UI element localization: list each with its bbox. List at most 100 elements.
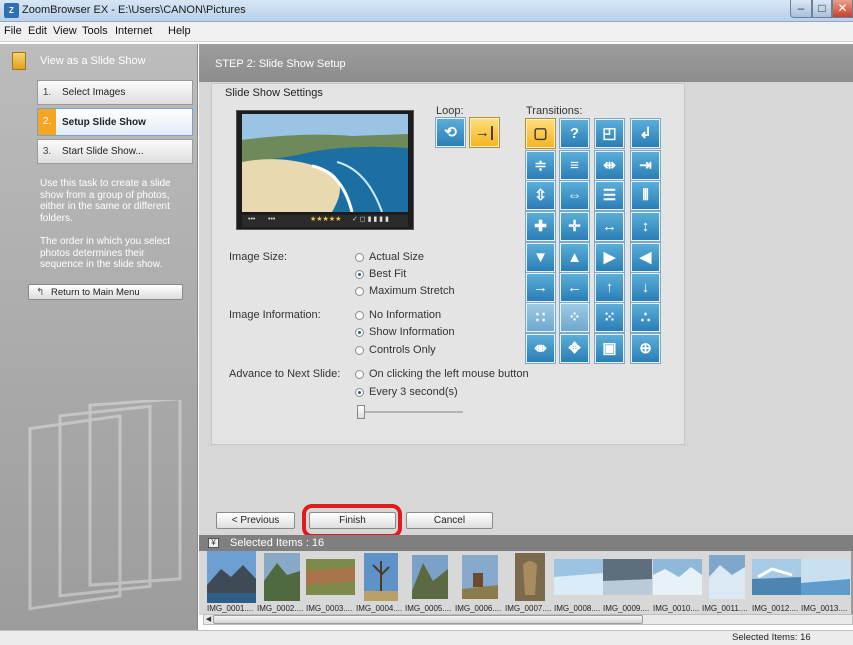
transition-slide-left-icon[interactable]: ←	[559, 272, 590, 303]
loop-once-icon[interactable]: →|	[469, 117, 500, 148]
image-info-show-radio[interactable]	[355, 328, 364, 337]
thumbnail[interactable]: IMG_0006....	[455, 551, 504, 613]
thumbnail-caption: IMG_0007....	[505, 604, 552, 613]
thumbnail[interactable]: IMG_0002....	[257, 551, 306, 613]
transition-slide-right-icon[interactable]: →	[525, 272, 556, 303]
wizard-button-bar	[199, 507, 853, 535]
menu-edit[interactable]: Edit	[28, 25, 47, 37]
transition-slide-down-icon[interactable]: ↓	[630, 272, 661, 303]
interval-slider-thumb[interactable]	[357, 405, 365, 419]
transition-bars-horizontal-icon[interactable]: ☰	[594, 180, 625, 211]
transition-zoom-cross-icon[interactable]: ✥	[559, 333, 590, 364]
slideshow-icon	[12, 52, 26, 70]
advance-timed-label[interactable]: Every 3 second(s)	[369, 386, 458, 398]
thumbnail-caption: IMG_0004....	[356, 604, 403, 613]
image-size-actual-label[interactable]: Actual Size	[369, 251, 424, 263]
thumbnail[interactable]: IMG_0013....	[801, 551, 850, 613]
transition-wipe-up-icon[interactable]: ▲	[559, 242, 590, 273]
transition-dissolve-blocks-icon[interactable]: ∴	[630, 302, 661, 333]
image-info-controls-label[interactable]: Controls Only	[369, 344, 436, 356]
image-info-controls-radio[interactable]	[355, 346, 364, 355]
menu-help[interactable]: Help	[168, 25, 191, 37]
loop-repeat-icon[interactable]: ⟲	[435, 117, 466, 148]
advance-click-radio[interactable]	[355, 370, 364, 379]
scrollbar-thumb[interactable]	[213, 615, 643, 624]
step-number: 3.	[42, 146, 52, 157]
step-setup-slide-show[interactable]: 2. Setup Slide Show	[37, 108, 193, 136]
image-info-none-label[interactable]: No Information	[369, 309, 441, 321]
close-button[interactable]: ✕	[832, 0, 853, 18]
transition-spiral-icon[interactable]: ◰	[594, 118, 625, 149]
transition-slide-up-icon[interactable]: ↑	[594, 272, 625, 303]
thumbnail[interactable]: IMG_0001....	[207, 551, 256, 613]
thumbnail[interactable]: IMG_0004....	[356, 551, 405, 613]
collapse-toggle-icon[interactable]: ¥	[208, 538, 219, 548]
thumbnail[interactable]: IMG_0008....	[554, 551, 603, 613]
transition-cross-out-icon[interactable]: ✚	[525, 211, 556, 242]
image-info-show-label[interactable]: Show Information	[369, 326, 455, 338]
image-size-stretch-label[interactable]: Maximum Stretch	[369, 285, 455, 297]
menu-tools[interactable]: Tools	[82, 25, 108, 37]
transition-dissolve-coarse-icon[interactable]: ⁙	[594, 302, 625, 333]
transition-close-vertical-icon[interactable]: ⇳	[525, 180, 556, 211]
selected-items-title: Selected Items : 16	[230, 537, 325, 549]
transition-wipe-left-icon[interactable]: ◀	[630, 242, 661, 273]
return-icon: ↰	[36, 287, 45, 298]
transition-expand-vertical-icon[interactable]: ↕	[630, 211, 661, 242]
thumbnail[interactable]: IMG_0010....	[653, 551, 702, 613]
scroll-left-icon[interactable]: ◀	[204, 615, 213, 624]
image-size-bestfit-radio[interactable]	[355, 270, 364, 279]
transition-zoom-out-icon[interactable]: ⊕	[630, 333, 661, 364]
settings-title: Slide Show Settings	[225, 87, 323, 99]
thumbnail-caption: IMG_0008....	[554, 604, 601, 613]
step-select-images[interactable]: 1. Select Images	[37, 80, 193, 105]
transition-bars-vertical-icon[interactable]: ⦀	[630, 180, 661, 211]
interval-slider-track[interactable]	[359, 411, 463, 413]
thumbnail[interactable]: IMG_0012....	[752, 551, 801, 613]
minimize-button[interactable]: –	[790, 0, 812, 18]
maximize-button[interactable]: □	[812, 0, 832, 18]
menu-view[interactable]: View	[53, 25, 77, 37]
transition-wipe-right-icon[interactable]: ▶	[594, 242, 625, 273]
image-size-stretch-radio[interactable]	[355, 287, 364, 296]
cancel-button[interactable]: Cancel	[406, 512, 493, 529]
transition-expand-horizontal-icon[interactable]: ↔	[594, 211, 625, 242]
image-info-label: Image Information:	[229, 309, 321, 321]
transition-blinds-right-icon[interactable]: ⇥	[630, 150, 661, 181]
transition-blinds-down-icon[interactable]: ≡	[559, 150, 590, 181]
transitions-label: Transitions:	[526, 105, 583, 117]
advance-timed-radio[interactable]	[355, 388, 364, 397]
transition-zoom-in-icon[interactable]: ▣	[594, 333, 625, 364]
thumbnail[interactable]: IMG_0007....	[505, 551, 554, 613]
transition-wipe-down-icon[interactable]: ▼	[525, 242, 556, 273]
menu-bar: File Edit View Tools Internet Help	[0, 22, 853, 42]
image-size-bestfit-label[interactable]: Best Fit	[369, 268, 406, 280]
menu-file[interactable]: File	[4, 25, 22, 37]
step-number: 1.	[42, 87, 52, 98]
transition-dissolve-medium-icon[interactable]: ⁘	[559, 302, 590, 333]
menu-internet[interactable]: Internet	[115, 25, 152, 37]
step-label: Start Slide Show...	[62, 146, 144, 157]
transition-zoom-horizontal-icon[interactable]: ⇼	[525, 333, 556, 364]
transition-corner-icon[interactable]: ↲	[630, 118, 661, 149]
image-info-none-radio[interactable]	[355, 311, 364, 320]
return-to-main-menu-button[interactable]: ↰ Return to Main Menu	[28, 284, 183, 300]
previous-button[interactable]: < Previous	[216, 512, 295, 529]
transition-close-horizontal-icon[interactable]: ⇔	[559, 180, 590, 211]
transition-split-vertical-icon[interactable]: ≑	[525, 150, 556, 181]
transition-split-horizontal-icon[interactable]: ⇹	[594, 150, 625, 181]
image-size-actual-radio[interactable]	[355, 253, 364, 262]
loop-label: Loop:	[436, 105, 464, 117]
thumbnail[interactable]: IMG_0003....	[306, 551, 355, 613]
advance-click-label[interactable]: On clicking the left mouse button	[369, 368, 529, 380]
thumbnail[interactable]: IMG_0011....	[702, 551, 751, 613]
transition-dissolve-fine-icon[interactable]: ∷	[525, 302, 556, 333]
thumbnail[interactable]: IMG_0009....	[603, 551, 652, 613]
transition-random-icon[interactable]: ?	[559, 118, 590, 149]
transition-none-icon[interactable]: ▢	[525, 118, 556, 149]
transition-cross-vertical-icon[interactable]: ✛	[559, 211, 590, 242]
step-number: 2.	[38, 109, 56, 135]
thumbnail-caption: IMG_0012....	[752, 604, 799, 613]
thumbnail[interactable]: IMG_0005....	[405, 551, 454, 613]
step-start-slide-show[interactable]: 3. Start Slide Show...	[37, 139, 193, 164]
